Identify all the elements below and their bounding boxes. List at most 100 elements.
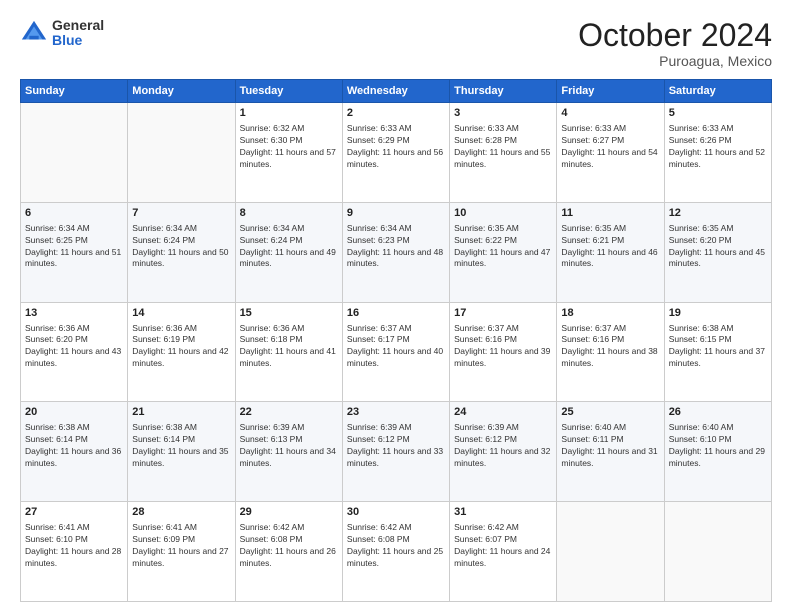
weekday-header-sunday: Sunday bbox=[21, 80, 128, 103]
day-number: 27 bbox=[25, 505, 123, 520]
day-info: Sunrise: 6:33 AM Sunset: 6:27 PM Dayligh… bbox=[561, 123, 659, 171]
day-number: 18 bbox=[561, 306, 659, 321]
day-number: 15 bbox=[240, 306, 338, 321]
calendar-cell: 12Sunrise: 6:35 AM Sunset: 6:20 PM Dayli… bbox=[664, 202, 771, 302]
weekday-header-saturday: Saturday bbox=[664, 80, 771, 103]
day-info: Sunrise: 6:36 AM Sunset: 6:19 PM Dayligh… bbox=[132, 323, 230, 371]
calendar-cell bbox=[128, 103, 235, 203]
calendar-cell: 8 Sunrise: 6:34 AM Sunset: 6:24 PM Daylig… bbox=[235, 202, 342, 302]
day-number: 2 bbox=[347, 106, 445, 121]
day-number: 9 bbox=[347, 206, 445, 221]
calendar-cell: 4 Sunrise: 6:33 AM Sunset: 6:27 PM Daylig… bbox=[557, 103, 664, 203]
day-info: Sunrise: 6:37 AM Sunset: 6:17 PM Dayligh… bbox=[347, 323, 445, 371]
calendar-cell: 14Sunrise: 6:36 AM Sunset: 6:19 PM Dayli… bbox=[128, 302, 235, 402]
day-number: 31 bbox=[454, 505, 552, 520]
day-info: Sunrise: 6:34 AM Sunset: 6:23 PM Dayligh… bbox=[347, 223, 445, 271]
calendar-cell: 22 Sunrise: 6:39 AM Sunset: 6:13 PM Dayli… bbox=[235, 402, 342, 502]
day-number: 1 bbox=[240, 106, 338, 121]
day-info: Sunrise: 6:42 AM Sunset: 6:08 PM Dayligh… bbox=[240, 522, 338, 570]
header: General Blue October 2024 Puroagua, Mexi… bbox=[20, 18, 772, 69]
day-number: 7 bbox=[132, 206, 230, 221]
calendar-cell: 25Sunrise: 6:40 AM Sunset: 6:11 PM Dayli… bbox=[557, 402, 664, 502]
calendar-cell: 11 Sunrise: 6:35 AM Sunset: 6:21 PM Dayli… bbox=[557, 202, 664, 302]
day-number: 25 bbox=[561, 405, 659, 420]
day-number: 21 bbox=[132, 405, 230, 420]
calendar-cell: 9 Sunrise: 6:34 AM Sunset: 6:23 PM Daylig… bbox=[342, 202, 449, 302]
calendar-week-row: 27Sunrise: 6:41 AM Sunset: 6:10 PM Dayli… bbox=[21, 502, 772, 602]
day-number: 28 bbox=[132, 505, 230, 520]
calendar-cell: 13 Sunrise: 6:36 AM Sunset: 6:20 PM Dayli… bbox=[21, 302, 128, 402]
day-number: 13 bbox=[25, 306, 123, 321]
location-subtitle: Puroagua, Mexico bbox=[578, 53, 772, 69]
logo-general-text: General bbox=[52, 18, 104, 33]
day-number: 16 bbox=[347, 306, 445, 321]
day-info: Sunrise: 6:37 AM Sunset: 6:16 PM Dayligh… bbox=[561, 323, 659, 371]
day-number: 10 bbox=[454, 206, 552, 221]
calendar-week-row: 6Sunrise: 6:34 AM Sunset: 6:25 PM Daylig… bbox=[21, 202, 772, 302]
calendar-cell bbox=[21, 103, 128, 203]
calendar-cell: 21 Sunrise: 6:38 AM Sunset: 6:14 PM Dayli… bbox=[128, 402, 235, 502]
day-number: 11 bbox=[561, 206, 659, 221]
day-info: Sunrise: 6:32 AM Sunset: 6:30 PM Dayligh… bbox=[240, 123, 338, 171]
logo: General Blue bbox=[20, 18, 104, 49]
day-info: Sunrise: 6:35 AM Sunset: 6:20 PM Dayligh… bbox=[669, 223, 767, 271]
weekday-header-row: SundayMondayTuesdayWednesdayThursdayFrid… bbox=[21, 80, 772, 103]
calendar-cell: 29 Sunrise: 6:42 AM Sunset: 6:08 PM Dayli… bbox=[235, 502, 342, 602]
day-info: Sunrise: 6:38 AM Sunset: 6:14 PM Dayligh… bbox=[132, 422, 230, 470]
calendar-cell: 26 Sunrise: 6:40 AM Sunset: 6:10 PM Dayli… bbox=[664, 402, 771, 502]
day-number: 8 bbox=[240, 206, 338, 221]
day-number: 5 bbox=[669, 106, 767, 121]
weekday-header-monday: Monday bbox=[128, 80, 235, 103]
calendar-table: SundayMondayTuesdayWednesdayThursdayFrid… bbox=[20, 79, 772, 602]
day-info: Sunrise: 6:39 AM Sunset: 6:13 PM Dayligh… bbox=[240, 422, 338, 470]
day-info: Sunrise: 6:40 AM Sunset: 6:10 PM Dayligh… bbox=[669, 422, 767, 470]
calendar-cell: 20Sunrise: 6:38 AM Sunset: 6:14 PM Dayli… bbox=[21, 402, 128, 502]
day-number: 30 bbox=[347, 505, 445, 520]
day-number: 23 bbox=[347, 405, 445, 420]
day-info: Sunrise: 6:37 AM Sunset: 6:16 PM Dayligh… bbox=[454, 323, 552, 371]
calendar-cell: 24 Sunrise: 6:39 AM Sunset: 6:12 PM Dayli… bbox=[450, 402, 557, 502]
calendar-cell: 15 Sunrise: 6:36 AM Sunset: 6:18 PM Dayli… bbox=[235, 302, 342, 402]
weekday-header-wednesday: Wednesday bbox=[342, 80, 449, 103]
calendar-cell: 1 Sunrise: 6:32 AM Sunset: 6:30 PM Daylig… bbox=[235, 103, 342, 203]
calendar-cell: 3Sunrise: 6:33 AM Sunset: 6:28 PM Daylig… bbox=[450, 103, 557, 203]
calendar-cell: 18 Sunrise: 6:37 AM Sunset: 6:16 PM Dayli… bbox=[557, 302, 664, 402]
day-number: 24 bbox=[454, 405, 552, 420]
calendar-cell bbox=[664, 502, 771, 602]
logo-icon bbox=[20, 19, 48, 47]
calendar-cell: 28 Sunrise: 6:41 AM Sunset: 6:09 PM Dayli… bbox=[128, 502, 235, 602]
calendar-cell: 27Sunrise: 6:41 AM Sunset: 6:10 PM Dayli… bbox=[21, 502, 128, 602]
day-info: Sunrise: 6:34 AM Sunset: 6:24 PM Dayligh… bbox=[240, 223, 338, 271]
calendar-cell: 6Sunrise: 6:34 AM Sunset: 6:25 PM Daylig… bbox=[21, 202, 128, 302]
day-number: 20 bbox=[25, 405, 123, 420]
day-number: 22 bbox=[240, 405, 338, 420]
day-info: Sunrise: 6:36 AM Sunset: 6:18 PM Dayligh… bbox=[240, 323, 338, 371]
calendar-cell: 7 Sunrise: 6:34 AM Sunset: 6:24 PM Daylig… bbox=[128, 202, 235, 302]
calendar-cell: 23 Sunrise: 6:39 AM Sunset: 6:12 PM Dayli… bbox=[342, 402, 449, 502]
day-info: Sunrise: 6:33 AM Sunset: 6:26 PM Dayligh… bbox=[669, 123, 767, 171]
day-info: Sunrise: 6:34 AM Sunset: 6:25 PM Dayligh… bbox=[25, 223, 123, 271]
calendar-week-row: 20 Sunrise: 6:38 AM Sunset: 6:14 PM Dayli… bbox=[21, 402, 772, 502]
month-title: October 2024 bbox=[578, 18, 772, 53]
day-info: Sunrise: 6:35 AM Sunset: 6:21 PM Dayligh… bbox=[561, 223, 659, 271]
day-info: Sunrise: 6:39 AM Sunset: 6:12 PM Dayligh… bbox=[454, 422, 552, 470]
logo-text: General Blue bbox=[52, 18, 104, 49]
day-info: Sunrise: 6:42 AM Sunset: 6:08 PM Dayligh… bbox=[347, 522, 445, 570]
calendar-week-row: 13 Sunrise: 6:36 AM Sunset: 6:20 PM Dayli… bbox=[21, 302, 772, 402]
calendar-cell: 10Sunrise: 6:35 AM Sunset: 6:22 PM Dayli… bbox=[450, 202, 557, 302]
day-number: 4 bbox=[561, 106, 659, 121]
day-info: Sunrise: 6:34 AM Sunset: 6:24 PM Dayligh… bbox=[132, 223, 230, 271]
calendar-cell: 19Sunrise: 6:38 AM Sunset: 6:15 PM Dayli… bbox=[664, 302, 771, 402]
day-number: 29 bbox=[240, 505, 338, 520]
day-info: Sunrise: 6:36 AM Sunset: 6:20 PM Dayligh… bbox=[25, 323, 123, 371]
title-block: October 2024 Puroagua, Mexico bbox=[578, 18, 772, 69]
day-number: 3 bbox=[454, 106, 552, 121]
calendar-cell: 5 Sunrise: 6:33 AM Sunset: 6:26 PM Daylig… bbox=[664, 103, 771, 203]
day-info: Sunrise: 6:41 AM Sunset: 6:09 PM Dayligh… bbox=[132, 522, 230, 570]
day-info: Sunrise: 6:39 AM Sunset: 6:12 PM Dayligh… bbox=[347, 422, 445, 470]
day-number: 17 bbox=[454, 306, 552, 321]
weekday-header-tuesday: Tuesday bbox=[235, 80, 342, 103]
day-number: 26 bbox=[669, 405, 767, 420]
calendar-cell bbox=[557, 502, 664, 602]
weekday-header-thursday: Thursday bbox=[450, 80, 557, 103]
